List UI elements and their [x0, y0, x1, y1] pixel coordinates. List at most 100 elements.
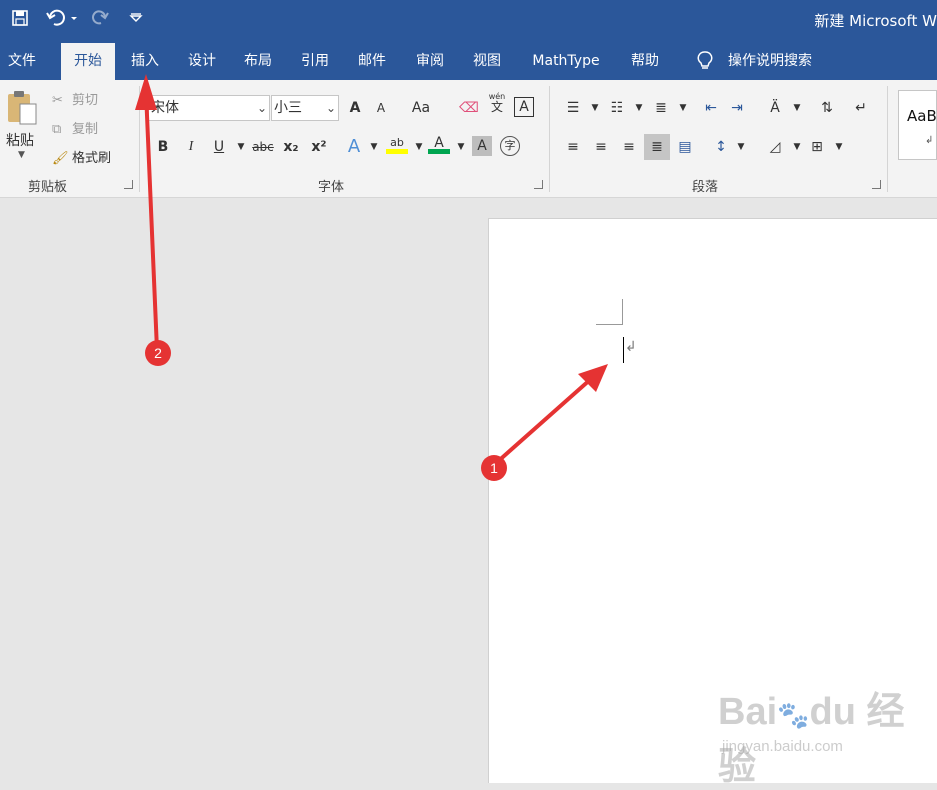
- font-launcher-icon[interactable]: [534, 180, 543, 189]
- font-group-label: 字体: [318, 180, 345, 195]
- character-shading-icon[interactable]: A: [472, 136, 492, 156]
- separator: [549, 86, 550, 192]
- tab-layout[interactable]: 布局: [234, 43, 282, 80]
- style-preview-text: AaB: [907, 107, 937, 125]
- cut-button[interactable]: ✂ 剪切: [52, 89, 98, 108]
- tab-help[interactable]: 帮助: [620, 43, 670, 80]
- chevron-down-icon[interactable]: ▼: [786, 97, 808, 119]
- change-case-button[interactable]: Aa: [404, 97, 438, 119]
- tab-view[interactable]: 视图: [463, 43, 511, 80]
- watermark-url: jingyan.baidu.com: [722, 738, 843, 755]
- paragraph-launcher-icon[interactable]: [872, 180, 881, 189]
- title-bar: 新建 Microsoft W: [0, 0, 937, 40]
- chevron-down-icon[interactable]: ▼: [828, 136, 850, 158]
- align-center-icon[interactable]: ≡: [590, 136, 612, 158]
- format-painter-label: 格式刷: [72, 151, 112, 166]
- clipboard-icon: [8, 91, 37, 125]
- tab-review[interactable]: 审阅: [406, 43, 454, 80]
- copy-label: 复制: [72, 122, 99, 137]
- grow-font-icon[interactable]: A: [344, 97, 366, 119]
- bullets-icon[interactable]: ☰: [562, 97, 584, 119]
- font-size-select[interactable]: 小三 ⌄: [271, 95, 339, 121]
- annotation-badge-2: 2: [145, 340, 171, 366]
- chevron-down-icon[interactable]: ▼: [786, 136, 808, 158]
- sort-icon[interactable]: ⇅: [816, 97, 838, 119]
- copy-icon: ⧉: [52, 122, 62, 137]
- baidu-watermark: Bai🐾du 经验: [718, 691, 905, 788]
- text-effects-icon[interactable]: A: [343, 136, 365, 158]
- character-border-icon[interactable]: A: [514, 97, 534, 117]
- tab-file[interactable]: 文件: [0, 43, 44, 80]
- paste-label[interactable]: 粘贴: [6, 130, 34, 150]
- ribbon-home: 粘贴 ▼ ✂ 剪切 ⧉ 复制 🖌 格式刷 剪贴板 宋体 ⌄ 小三 ⌄ A A Aa ⌫…: [0, 80, 937, 198]
- ribbon-tabs: 文件 开始 插入 设计 布局 引用 邮件 审阅 视图 MathType 帮助 操…: [0, 40, 937, 80]
- annotation-badge-1: 1: [481, 455, 507, 481]
- superscript-button[interactable]: x²: [308, 136, 330, 158]
- paragraph-group-label: 段落: [692, 180, 719, 195]
- copy-button[interactable]: ⧉ 复制: [52, 118, 98, 137]
- subscript-button[interactable]: x₂: [280, 136, 302, 158]
- paste-dropdown-icon[interactable]: ▼: [18, 150, 25, 160]
- separator: [139, 86, 140, 192]
- show-marks-icon[interactable]: ↵: [850, 97, 872, 119]
- tab-references[interactable]: 引用: [291, 43, 339, 80]
- bold-button[interactable]: B: [152, 136, 174, 158]
- style-gallery-item[interactable]: AaB ↲: [898, 90, 937, 160]
- chevron-down-icon[interactable]: ▼: [730, 136, 752, 158]
- distributed-icon[interactable]: ▤: [674, 136, 696, 158]
- strikethrough-button[interactable]: abc: [250, 136, 276, 158]
- highlight-icon[interactable]: ab: [386, 132, 408, 154]
- multilevel-list-icon[interactable]: ≣: [650, 97, 672, 119]
- separator: [887, 86, 888, 192]
- increase-indent-icon[interactable]: ⇥: [726, 97, 748, 119]
- tell-me-search[interactable]: 操作说明搜索: [720, 43, 820, 80]
- chevron-down-icon[interactable]: ▼: [584, 97, 606, 119]
- phonetic-guide-icon[interactable]: wén 文: [486, 92, 508, 114]
- undo-icon[interactable]: [44, 8, 80, 32]
- font-color-icon[interactable]: A: [428, 132, 450, 154]
- align-right-icon[interactable]: ≡: [618, 136, 640, 158]
- align-left-icon[interactable]: ≡: [562, 136, 584, 158]
- format-painter-button[interactable]: 🖌 格式刷: [52, 147, 111, 166]
- borders-icon[interactable]: ⊞: [806, 136, 828, 158]
- decrease-indent-icon[interactable]: ⇤: [700, 97, 722, 119]
- redo-icon[interactable]: [88, 8, 112, 32]
- save-icon[interactable]: [8, 8, 32, 32]
- clipboard-group-label: 剪贴板: [28, 180, 68, 195]
- margin-corner-mark: [596, 299, 623, 325]
- font-size-value: 小三: [274, 100, 302, 116]
- line-spacing-icon[interactable]: ↕: [710, 136, 732, 158]
- paragraph-mark-icon: ↲: [625, 339, 637, 355]
- chevron-down-icon[interactable]: ▼: [230, 136, 252, 158]
- numbering-icon[interactable]: ☷: [606, 97, 628, 119]
- cut-label: 剪切: [72, 93, 99, 108]
- tab-mailings[interactable]: 邮件: [348, 43, 396, 80]
- chevron-down-icon[interactable]: ▼: [408, 136, 430, 158]
- tab-home[interactable]: 开始: [61, 43, 115, 80]
- italic-button[interactable]: I: [180, 136, 202, 158]
- justify-icon[interactable]: ≣: [644, 134, 670, 160]
- chinese-layout-icon[interactable]: Ä: [764, 97, 786, 119]
- text-cursor: [623, 337, 624, 363]
- chevron-down-icon[interactable]: ▼: [450, 136, 472, 158]
- font-name-value: 宋体: [151, 100, 179, 116]
- chevron-down-icon: ⌄: [256, 101, 267, 115]
- phonetic-char: 文: [490, 100, 503, 114]
- paragraph-shading-icon[interactable]: ◿: [764, 136, 786, 158]
- customize-qat-icon[interactable]: [124, 8, 148, 32]
- clear-formatting-icon[interactable]: ⌫: [458, 97, 480, 119]
- window-title: 新建 Microsoft W: [814, 12, 937, 30]
- lightbulb-icon[interactable]: [690, 43, 720, 80]
- clipboard-launcher-icon[interactable]: [124, 180, 133, 189]
- underline-button[interactable]: U: [208, 136, 230, 158]
- shrink-font-icon[interactable]: A: [370, 97, 392, 119]
- font-name-select[interactable]: 宋体 ⌄: [148, 95, 270, 121]
- tab-mathtype[interactable]: MathType: [520, 43, 612, 80]
- tab-design[interactable]: 设计: [178, 43, 226, 80]
- chevron-down-icon[interactable]: ▼: [672, 97, 694, 119]
- enclose-characters-icon[interactable]: 字: [500, 136, 520, 156]
- chevron-down-icon[interactable]: ▼: [363, 136, 385, 158]
- tab-insert[interactable]: 插入: [120, 43, 170, 80]
- chevron-down-icon: ⌄: [325, 101, 336, 115]
- chevron-down-icon[interactable]: ▼: [628, 97, 650, 119]
